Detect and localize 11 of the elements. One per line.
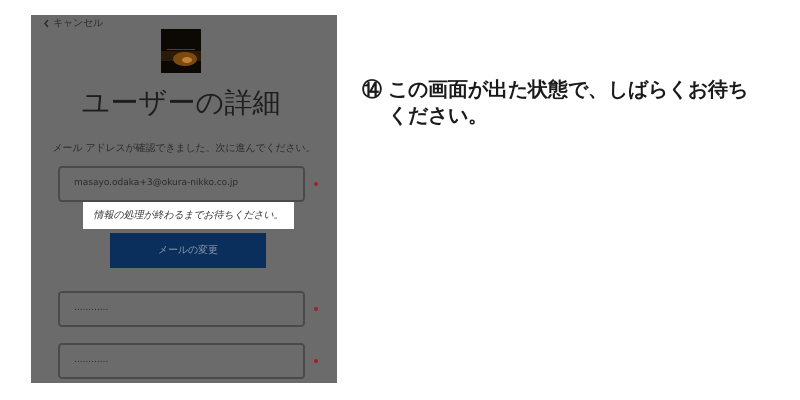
input-field[interactable]: ............: [58, 343, 306, 379]
chevron-left-icon: [43, 18, 50, 28]
instruction-text: この画面が出た状態で、しばらくお待ちください。: [388, 76, 748, 128]
change-email-button[interactable]: メールの変更: [110, 233, 266, 268]
back-link[interactable]: キャンセル: [43, 16, 103, 30]
step-number: ⑭: [362, 76, 382, 102]
input-field[interactable]: masayo.odaka+3@okura-nikko.co.jp: [58, 166, 306, 202]
page-title: ユーザーの詳細: [82, 85, 280, 121]
input-field[interactable]: ............: [58, 291, 306, 327]
confirmation-message: メール アドレスが確認できました。次に進んでください。: [52, 142, 316, 156]
toast-message: 情報の処理が終わるまでお待ちください。: [83, 202, 294, 229]
